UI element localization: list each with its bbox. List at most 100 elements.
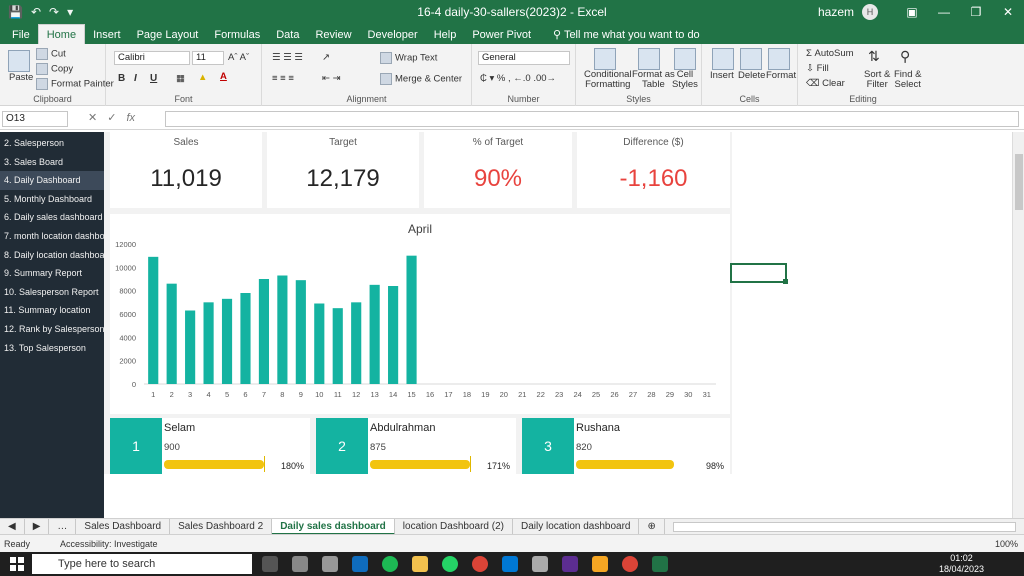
font-name-select[interactable]: Calibri bbox=[114, 51, 190, 65]
name-box[interactable]: O13 bbox=[2, 111, 68, 127]
format-as-table-icon[interactable] bbox=[638, 48, 660, 70]
grow-font-icon[interactable]: Aˆ Aˇ bbox=[228, 52, 249, 63]
sort-filter-icon[interactable]: ⇅ bbox=[868, 48, 880, 65]
avatar[interactable]: H bbox=[862, 4, 878, 20]
chart-bar[interactable] bbox=[295, 280, 306, 384]
nav-item[interactable]: 13. Top Salesperson bbox=[0, 339, 104, 358]
excel-icon[interactable] bbox=[652, 556, 668, 572]
conditional-formatting-icon[interactable] bbox=[594, 48, 616, 70]
restore-icon[interactable]: ❐ bbox=[960, 5, 992, 19]
indent-icon[interactable]: ⇤ ⇥ bbox=[322, 73, 341, 84]
enter-icon[interactable]: ✓ bbox=[107, 112, 126, 124]
vertical-scrollbar[interactable] bbox=[1012, 132, 1024, 518]
tell-me-search[interactable]: ⚲ Tell me what you want to do bbox=[545, 26, 708, 44]
horizontal-scrollbar[interactable] bbox=[672, 521, 1016, 532]
fill-color-icon[interactable]: ▲ bbox=[198, 72, 207, 83]
format-as-table-button[interactable]: Format as Table bbox=[632, 70, 675, 90]
fill-handle[interactable] bbox=[783, 279, 788, 284]
redo-icon[interactable]: ↷ bbox=[49, 5, 59, 19]
nav-item[interactable]: 11. Summary location bbox=[0, 301, 104, 320]
insert-cells-icon[interactable] bbox=[712, 48, 734, 70]
task-view-icon[interactable] bbox=[262, 556, 278, 572]
bold-button[interactable]: B bbox=[118, 73, 125, 84]
sheet-tab-sales-dashboard-2[interactable]: Sales Dashboard 2 bbox=[170, 518, 273, 535]
format-painter-button[interactable]: Format Painter bbox=[36, 78, 114, 90]
italic-button[interactable]: I bbox=[134, 73, 137, 84]
nav-item[interactable]: 10. Salesperson Report bbox=[0, 283, 104, 302]
tab-home[interactable]: Home bbox=[37, 24, 86, 44]
format-cells-icon[interactable] bbox=[768, 48, 790, 70]
taskbar-clock[interactable]: 01:02 18/04/2023 bbox=[939, 553, 984, 575]
paste-button[interactable]: Paste bbox=[9, 72, 33, 83]
find-select-icon[interactable]: ⚲ bbox=[900, 48, 910, 65]
save-icon[interactable]: 💾 bbox=[8, 5, 23, 19]
chart-bar[interactable] bbox=[148, 256, 159, 384]
autosum-button[interactable]: Σ AutoSum bbox=[806, 48, 854, 59]
prev-sheet-icon[interactable]: ◀ bbox=[0, 518, 25, 535]
tab-developer[interactable]: Developer bbox=[360, 26, 426, 44]
chart-bar[interactable] bbox=[314, 303, 325, 385]
chart-bar[interactable] bbox=[258, 279, 270, 384]
selected-cell[interactable] bbox=[730, 263, 788, 284]
chart-bar[interactable] bbox=[166, 283, 177, 384]
add-sheet-icon[interactable]: ⊕ bbox=[639, 518, 665, 535]
nav-item[interactable]: 2. Salesperson bbox=[0, 134, 104, 153]
copy-button[interactable]: Copy bbox=[36, 63, 73, 75]
accounting-icon[interactable]: ₵ ▾ % , ←.0 .00→ bbox=[480, 73, 556, 84]
cut-button[interactable]: Cut bbox=[36, 48, 66, 60]
wrap-text-button[interactable]: Wrap Text bbox=[380, 52, 437, 64]
chart-bar[interactable] bbox=[203, 302, 214, 384]
tab-page-layout[interactable]: Page Layout bbox=[129, 26, 207, 44]
cell-styles-button[interactable]: Cell Styles bbox=[672, 70, 698, 90]
ribbon-display-icon[interactable]: ▣ bbox=[896, 5, 928, 19]
store-icon[interactable] bbox=[292, 556, 308, 572]
paint-icon[interactable] bbox=[592, 556, 608, 572]
file-explorer-icon[interactable] bbox=[412, 556, 428, 572]
kpi-card-difference[interactable]: Difference ($) -1,160 bbox=[577, 132, 730, 208]
tab-formulas[interactable]: Formulas bbox=[206, 26, 268, 44]
fx-label[interactable]: fx bbox=[126, 112, 135, 124]
sheet-tab-location-dashboard-2[interactable]: location Dashboard (2) bbox=[395, 518, 513, 535]
cell-styles-icon[interactable] bbox=[674, 48, 696, 70]
borders-icon[interactable]: ▦ bbox=[176, 73, 185, 84]
kpi-card-target[interactable]: Target 12,179 bbox=[267, 132, 419, 208]
zoom-level[interactable]: 100% bbox=[995, 539, 1018, 549]
settings-icon[interactable] bbox=[322, 556, 338, 572]
chart-bar[interactable] bbox=[240, 293, 251, 384]
user-name[interactable]: hazem bbox=[818, 5, 854, 19]
formula-input[interactable] bbox=[165, 111, 1019, 127]
vertical-scroll-thumb[interactable] bbox=[1015, 154, 1023, 210]
tab-data[interactable]: Data bbox=[268, 26, 307, 44]
more-sheets-icon[interactable]: … bbox=[49, 518, 77, 535]
chart-bar[interactable] bbox=[388, 286, 399, 384]
rank-card-2[interactable]: 2 Abdulrahman 875 171% bbox=[316, 418, 516, 474]
align-top-icon[interactable]: ☰ ☰ ☰ bbox=[272, 52, 303, 63]
insert-cells-button[interactable]: Insert bbox=[710, 70, 734, 81]
minimize-icon[interactable]: — bbox=[928, 5, 960, 19]
taskbar-search[interactable]: Type here to search bbox=[32, 554, 252, 574]
delete-cells-icon[interactable] bbox=[740, 48, 762, 70]
chart-bar[interactable] bbox=[406, 255, 417, 384]
kpi-card-pct-target[interactable]: % of Target 90% bbox=[424, 132, 572, 208]
number-format-select[interactable]: General bbox=[478, 51, 570, 65]
tab-help[interactable]: Help bbox=[426, 26, 465, 44]
align-left-icon[interactable]: ≡ ≡ ≡ bbox=[272, 73, 294, 84]
merge-center-button[interactable]: Merge & Center bbox=[380, 73, 462, 85]
nav-item[interactable]: 6. Daily sales dashboard bbox=[0, 208, 104, 227]
tab-power-pivot[interactable]: Power Pivot bbox=[464, 26, 539, 44]
undo-icon[interactable]: ↶ bbox=[31, 5, 41, 19]
font-size-select[interactable]: 11 bbox=[192, 51, 224, 65]
delete-cells-button[interactable]: Delete bbox=[738, 70, 765, 81]
sheet-tab-daily-sales-dashboard[interactable]: Daily sales dashboard bbox=[272, 518, 395, 535]
mail-icon[interactable] bbox=[352, 556, 368, 572]
find-select-button[interactable]: Find & Select bbox=[894, 70, 921, 90]
paste-icon[interactable] bbox=[8, 50, 30, 72]
nav-item[interactable]: 3. Sales Board bbox=[0, 153, 104, 172]
format-cells-button[interactable]: Format bbox=[766, 70, 796, 81]
cancel-icon[interactable]: ✕ bbox=[88, 112, 107, 124]
font-color-icon[interactable]: A bbox=[220, 71, 227, 82]
customize-qa-icon[interactable]: ▾ bbox=[67, 5, 73, 19]
chrome-icon[interactable] bbox=[472, 556, 488, 572]
sort-filter-button[interactable]: Sort & Filter bbox=[864, 70, 890, 90]
visual-studio-icon[interactable] bbox=[562, 556, 578, 572]
